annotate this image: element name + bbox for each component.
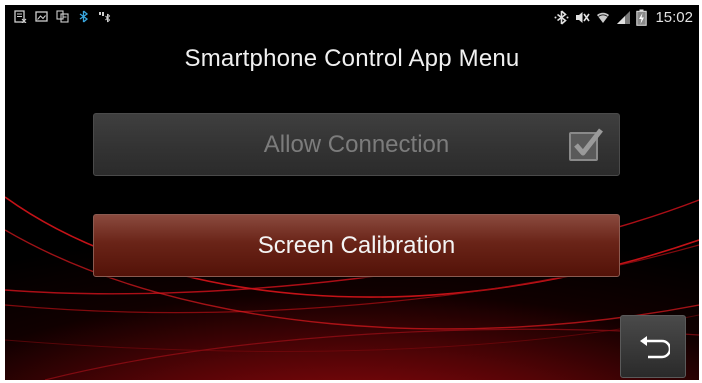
screen-calibration-label: Screen Calibration bbox=[257, 232, 456, 259]
status-time: 15:02 bbox=[655, 9, 693, 26]
status-bar: 15:02 bbox=[5, 5, 699, 31]
mute-icon bbox=[576, 12, 591, 23]
screen-calibration-button[interactable]: Screen Calibration bbox=[93, 214, 620, 277]
page-title: Smartphone Control App Menu bbox=[184, 45, 520, 72]
signal-bt-icon bbox=[99, 12, 111, 23]
wifi-icon bbox=[597, 12, 610, 23]
app-screen: 15:02 Smartphone Control App Menu Allow … bbox=[5, 5, 699, 380]
bluetooth-icon bbox=[554, 10, 569, 25]
allow-connection-label: Allow Connection bbox=[263, 131, 450, 158]
allow-connection-button[interactable]: Allow Connection bbox=[93, 113, 620, 176]
battery-charging-icon bbox=[636, 9, 648, 26]
back-arrow-icon bbox=[640, 336, 670, 359]
cell-signal-icon bbox=[617, 11, 631, 24]
status-bar-notifications bbox=[14, 10, 111, 23]
sim-icon bbox=[56, 10, 69, 23]
back-button[interactable] bbox=[620, 315, 686, 378]
image-icon bbox=[35, 11, 48, 22]
status-bar-system: 15:02 bbox=[554, 9, 693, 26]
allow-connection-checkbox[interactable] bbox=[568, 126, 606, 164]
bluetooth-icon bbox=[79, 10, 89, 23]
notification-list-icon bbox=[14, 10, 27, 23]
